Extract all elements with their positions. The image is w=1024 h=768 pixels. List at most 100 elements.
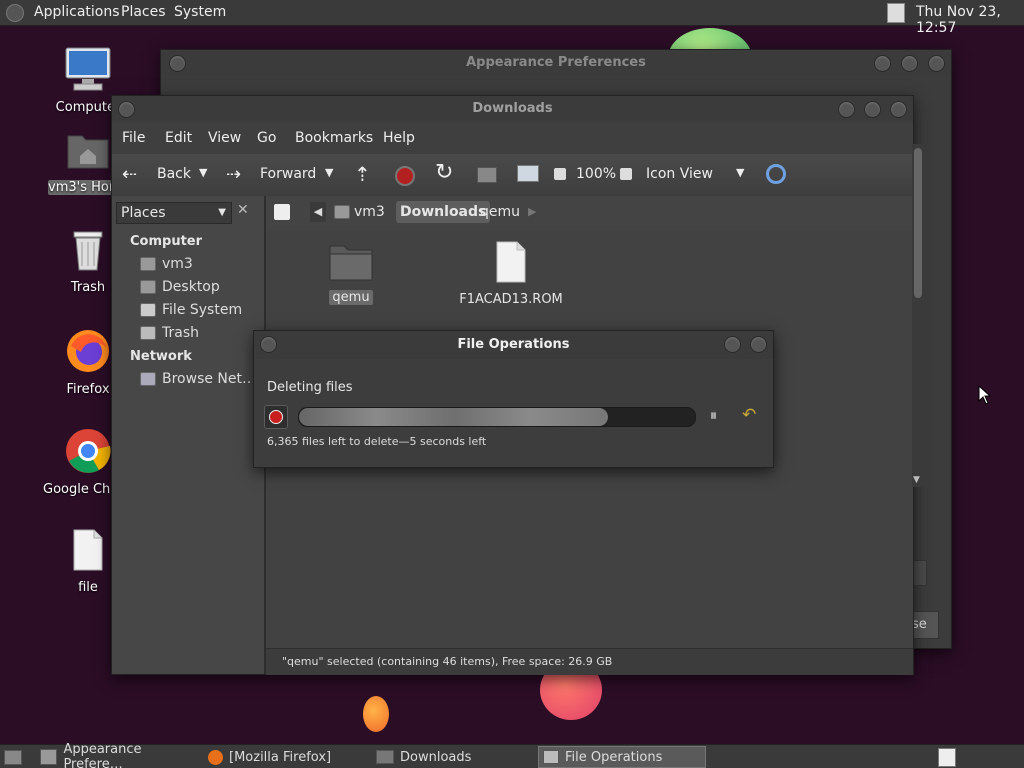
fileops-minimize-button[interactable] xyxy=(724,336,741,353)
path-left-chevron-icon[interactable]: ◀ xyxy=(310,202,326,222)
sidebar-item-trash[interactable]: Trash xyxy=(140,325,199,341)
view-mode-chevron-icon[interactable]: ▼ xyxy=(736,166,744,179)
cancel-operation-button[interactable] xyxy=(264,405,288,429)
downloads-menu-button[interactable] xyxy=(118,101,135,118)
sidebar-item-vm3[interactable]: vm3 xyxy=(140,256,193,272)
forward-history-chevron-icon[interactable]: ▼ xyxy=(325,166,333,179)
file-icon xyxy=(73,529,103,571)
back-arrow-icon[interactable]: ⇠ xyxy=(122,164,137,185)
file-operations-dialog[interactable]: File Operations Deleting files ⏸ ↶ 6,365… xyxy=(253,330,774,468)
notes-icon[interactable] xyxy=(887,3,905,23)
places-chevron-icon: ▼ xyxy=(218,207,226,218)
sidebar-item-filesystem[interactable]: File System xyxy=(140,302,242,318)
show-desktop-icon[interactable] xyxy=(4,750,22,765)
appearance-minimize-button[interactable] xyxy=(169,55,186,72)
back-button[interactable]: Back xyxy=(157,166,191,182)
path-bar: ◀ vm3 Downloads qemu ▶ xyxy=(266,196,913,230)
taskbar-item-file-operations[interactable]: File Operations xyxy=(538,746,706,768)
downloads-close-button[interactable] xyxy=(890,101,907,118)
file-item-rom[interactable]: F1ACAD13.ROM xyxy=(456,240,566,307)
appearance-maximize-button[interactable] xyxy=(901,55,918,72)
undo-icon[interactable]: ↶ xyxy=(742,405,756,425)
fileops-menu-button[interactable] xyxy=(260,336,277,353)
appearance-icon xyxy=(40,749,58,765)
menu-help[interactable]: Help xyxy=(383,130,415,146)
menu-edit[interactable]: Edit xyxy=(165,130,192,146)
trash-icon xyxy=(140,326,156,340)
stop-icon[interactable] xyxy=(395,166,415,186)
mouse-cursor-icon xyxy=(978,385,992,405)
menu-bookmarks[interactable]: Bookmarks xyxy=(295,130,373,146)
operation-detail: 6,365 files left to delete—5 seconds lef… xyxy=(267,435,487,448)
appearance-partial-button[interactable]: se xyxy=(911,611,939,639)
applications-menu[interactable]: Applications xyxy=(34,4,120,20)
taskbar-item-appearance[interactable]: Appearance Prefere… xyxy=(36,742,200,768)
desktop-icon xyxy=(140,280,156,294)
up-arrow-icon[interactable]: ⇡ xyxy=(354,162,371,186)
path-segment-qemu[interactable]: qemu xyxy=(480,202,520,222)
appearance-minimize-button-2[interactable] xyxy=(874,55,891,72)
sidebar-close-icon[interactable]: ✕ xyxy=(237,202,249,218)
appearance-close-button[interactable] xyxy=(928,55,945,72)
home-icon xyxy=(334,205,350,219)
search-icon[interactable] xyxy=(766,164,786,184)
menu-view[interactable]: View xyxy=(208,130,241,146)
clock[interactable]: Thu Nov 23, 12:57 xyxy=(916,4,1024,36)
back-history-chevron-icon[interactable]: ▼ xyxy=(199,166,207,179)
path-segment-downloads[interactable]: Downloads xyxy=(396,201,491,223)
zoom-out-icon[interactable] xyxy=(554,168,566,180)
downloads-title: Downloads xyxy=(112,96,913,122)
home-icon xyxy=(140,257,156,271)
network-icon xyxy=(140,372,156,386)
operation-heading: Deleting files xyxy=(267,380,353,395)
scroll-down-chevron-icon[interactable]: ▼ xyxy=(913,475,920,485)
system-menu[interactable]: System xyxy=(174,4,226,20)
stop-icon xyxy=(269,410,283,424)
trash-icon xyxy=(73,231,103,271)
firefox-icon xyxy=(67,330,109,372)
places-menu[interactable]: Places xyxy=(121,4,166,20)
taskbar-item-firefox[interactable]: [Mozilla Firefox] xyxy=(204,746,366,768)
bottom-panel: Appearance Prefere… [Mozilla Firefox] Do… xyxy=(0,742,1024,768)
menu-file[interactable]: File xyxy=(122,130,145,146)
edit-location-icon[interactable] xyxy=(274,204,290,220)
progress-fill xyxy=(299,408,608,426)
sidebar-item-desktop[interactable]: Desktop xyxy=(140,279,220,295)
gnome-foot-icon[interactable] xyxy=(6,4,24,22)
forward-arrow-icon[interactable]: ⇢ xyxy=(226,164,241,185)
file-label-qemu: qemu xyxy=(329,290,373,305)
status-bar: "qemu" selected (containing 46 items), F… xyxy=(266,648,913,675)
sidebar: Places ▼ ✕ Computer vm3 Desktop File Sys… xyxy=(112,196,266,674)
path-segment-vm3[interactable]: vm3 xyxy=(334,202,385,222)
forward-button[interactable]: Forward xyxy=(260,166,316,182)
computer-icon[interactable] xyxy=(517,165,539,182)
downloads-minimize-button[interactable] xyxy=(838,101,855,118)
drive-icon xyxy=(140,303,156,317)
folder-icon xyxy=(376,750,394,764)
appearance-title: Appearance Preferences xyxy=(161,50,951,76)
downloads-maximize-button[interactable] xyxy=(864,101,881,118)
toolbar: ⇠ Back ▼ ⇢ Forward ▼ ⇡ ↻ 100% Icon View … xyxy=(112,154,913,196)
zoom-level: 100% xyxy=(576,166,617,182)
places-selector[interactable]: Places ▼ xyxy=(116,202,232,224)
sidebar-item-browse-network[interactable]: Browse Net… xyxy=(140,371,256,387)
file-icon xyxy=(496,241,526,283)
notes-icon[interactable] xyxy=(938,748,956,767)
file-label-rom: F1ACAD13.ROM xyxy=(459,292,563,307)
file-operations-title: File Operations xyxy=(254,331,773,359)
reload-icon[interactable]: ↻ xyxy=(435,160,453,185)
fileops-close-button[interactable] xyxy=(750,336,767,353)
top-panel: Applications Places System Thu Nov 23, 1… xyxy=(0,0,1024,36)
menu-go[interactable]: Go xyxy=(257,130,276,146)
scrollbar-thumb[interactable] xyxy=(914,148,922,298)
taskbar-item-downloads[interactable]: Downloads xyxy=(372,746,534,768)
home-icon[interactable] xyxy=(477,167,497,183)
path-right-chevron-icon[interactable]: ▶ xyxy=(528,202,536,222)
view-mode-select[interactable]: Icon View xyxy=(646,166,713,182)
zoom-in-icon[interactable] xyxy=(620,168,632,180)
file-item-qemu[interactable]: qemu xyxy=(324,242,378,305)
chrome-icon xyxy=(66,429,111,473)
scrollbar[interactable]: ▼ xyxy=(912,144,924,487)
status-text: "qemu" selected (containing 46 items), F… xyxy=(282,655,613,668)
pause-icon[interactable]: ⏸ xyxy=(710,408,717,424)
